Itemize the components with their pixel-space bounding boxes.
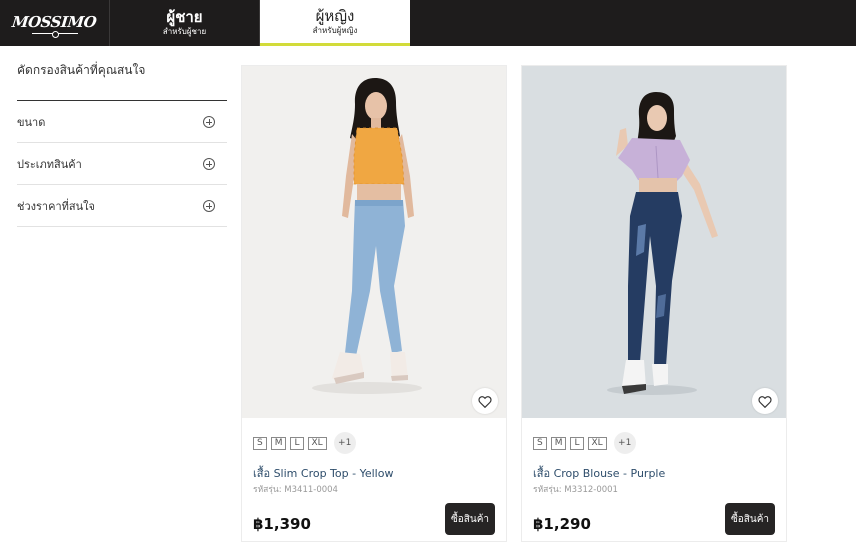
size-options: S M L XL +1 <box>533 432 636 454</box>
more-sizes-badge[interactable]: +1 <box>613 432 636 454</box>
model-purple-crop-blouse-image <box>607 92 718 395</box>
size-option[interactable]: M <box>550 436 567 450</box>
logo-text: MOSSIMO <box>11 12 98 31</box>
favorite-button[interactable] <box>472 388 498 414</box>
filter-title: คัดกรองสินค้าที่คุณสนใจ <box>17 61 227 101</box>
product-price: ฿1,290 <box>533 515 591 533</box>
product-name[interactable]: เสื้อ Crop Blouse - Purple <box>533 464 665 482</box>
tab-men[interactable]: ผู้ชาย สำหรับผู้ชาย <box>110 0 260 46</box>
filter-price-label: ช่วงราคาที่สนใจ <box>17 199 95 213</box>
heart-icon <box>478 395 492 408</box>
filter-size-label: ขนาด <box>17 115 46 129</box>
size-option[interactable]: S <box>533 436 547 450</box>
product-sku: รหัสรุ่น: M3411-0004 <box>253 485 338 495</box>
product-card[interactable]: S M L XL +1 เสื้อ Slim Crop Top - Yellow… <box>241 65 507 542</box>
product-name[interactable]: เสื้อ Slim Crop Top - Yellow <box>253 464 393 482</box>
filter-category[interactable]: ประเภทสินค้า <box>17 143 227 185</box>
product-image[interactable] <box>242 66 506 418</box>
favorite-button[interactable] <box>752 388 778 414</box>
size-option[interactable]: XL <box>307 436 327 450</box>
tab-women-title: ผู้หญิง <box>315 6 355 25</box>
size-option[interactable]: S <box>253 436 267 450</box>
tab-women-subtitle: สำหรับผู้หญิง <box>312 25 358 35</box>
tab-women[interactable]: ผู้หญิง สำหรับผู้หญิง <box>260 0 410 46</box>
brand-logo[interactable]: MOSSIMO <box>0 0 110 46</box>
tab-men-title: ผู้ชาย <box>166 8 203 26</box>
heart-icon <box>758 395 772 408</box>
buy-button[interactable]: ซื้อสินค้า <box>725 503 775 535</box>
model-yellow-crop-top-image <box>312 78 422 394</box>
size-options: S M L XL +1 <box>253 432 356 454</box>
size-option[interactable]: L <box>290 436 304 450</box>
more-sizes-badge[interactable]: +1 <box>333 432 356 454</box>
product-image[interactable] <box>522 66 786 418</box>
plus-circle-icon[interactable] <box>203 157 215 170</box>
plus-circle-icon[interactable] <box>203 199 215 212</box>
tab-men-subtitle: สำหรับผู้ชาย <box>162 27 207 36</box>
product-price: ฿1,390 <box>253 515 311 533</box>
filter-size[interactable]: ขนาด <box>17 101 227 143</box>
product-card[interactable]: S M L XL +1 เสื้อ Crop Blouse - Purple ร… <box>521 65 787 542</box>
filter-price-range[interactable]: ช่วงราคาที่สนใจ <box>17 185 227 227</box>
buy-button[interactable]: ซื้อสินค้า <box>445 503 495 535</box>
filter-category-label: ประเภทสินค้า <box>17 157 82 171</box>
plus-circle-icon[interactable] <box>203 115 215 128</box>
filter-sidebar: คัดกรองสินค้าที่คุณสนใจ ขนาด ประเภทสินค้… <box>17 46 227 227</box>
product-sku: รหัสรุ่น: M3312-0001 <box>533 485 618 495</box>
logo-mark <box>31 30 78 38</box>
size-option[interactable]: M <box>270 436 287 450</box>
top-nav: MOSSIMO ผู้ชาย สำหรับผู้ชาย ผู้หญิง สำหร… <box>0 0 856 46</box>
size-option[interactable]: XL <box>587 436 607 450</box>
size-option[interactable]: L <box>570 436 584 450</box>
